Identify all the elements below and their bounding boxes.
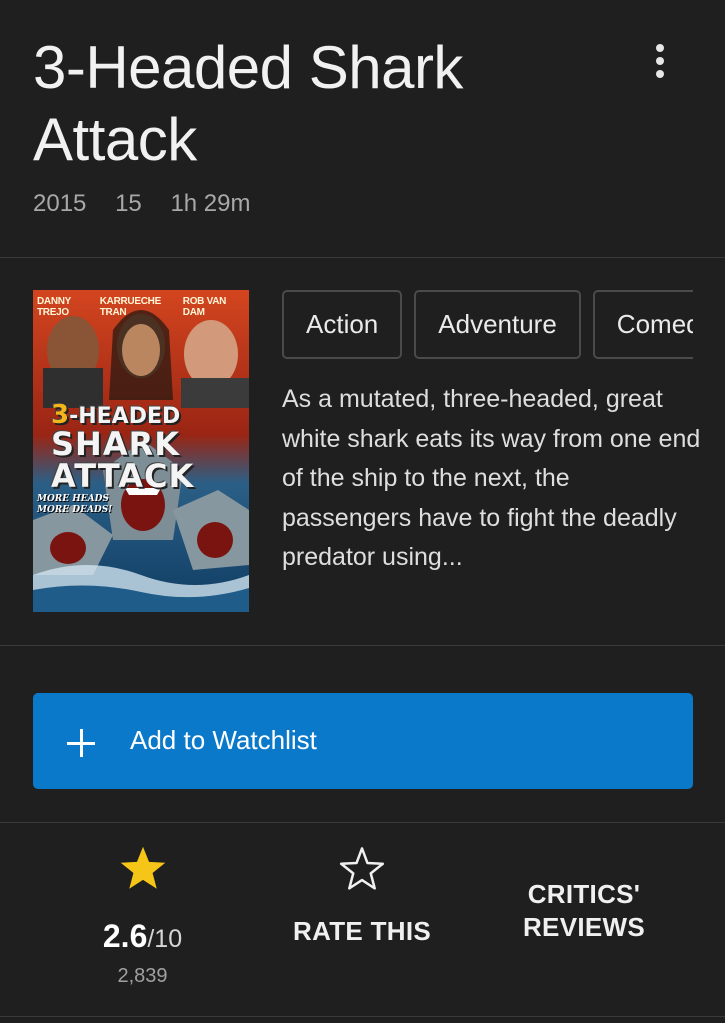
page-title: 3-Headed Shark Attack bbox=[33, 34, 463, 173]
release-year: 2015 bbox=[33, 190, 87, 217]
poster-cast-name: ROB VAN DAM bbox=[182, 296, 227, 318]
rating-out-of: /10 bbox=[147, 925, 183, 953]
rating-votes: 2,839 bbox=[117, 965, 168, 987]
critics-label-line2: REVIEWS bbox=[522, 912, 645, 942]
poster-cast-name: DANNY TREJO bbox=[37, 296, 71, 318]
title-meta: 2015 15 1h 29m bbox=[33, 190, 273, 218]
poster-tagline-line1: MORE HEADS bbox=[37, 494, 109, 504]
divider bbox=[0, 645, 725, 646]
poster-cast: DANNY TREJO KARRUECHE TRAN ROB VAN DAM bbox=[33, 296, 249, 318]
poster-title-line3: ATTACK bbox=[51, 457, 195, 495]
critics-label-line1: CRITICS' bbox=[527, 879, 641, 909]
watchlist-label: Add to Watchlist bbox=[130, 725, 317, 755]
plot-summary[interactable]: As a mutated, three-headed, great white … bbox=[282, 380, 702, 578]
rate-this-label: RATE THIS bbox=[293, 916, 431, 946]
poster-title-line2: SHARK bbox=[51, 425, 181, 463]
genre-chip-action[interactable]: Action bbox=[282, 290, 403, 359]
title-detail-screen: 3-Headed Shark Attack 2015 15 1h 29m DAN… bbox=[0, 0, 725, 1023]
certificate: 15 bbox=[115, 190, 142, 217]
runtime: 1h 29m bbox=[170, 190, 251, 217]
poster-title: 3-HEADED SHARK ATTACK bbox=[51, 402, 249, 492]
title-header: 3-Headed Shark Attack 2015 15 1h 29m bbox=[0, 0, 725, 257]
divider bbox=[0, 822, 725, 823]
more-vert-icon[interactable] bbox=[642, 38, 678, 84]
rating-score: 2.6/10 bbox=[70, 918, 215, 955]
rate-this-button[interactable]: RATE THIS bbox=[272, 845, 452, 947]
genre-chip-comedy[interactable]: Comedy bbox=[592, 290, 693, 359]
rating-value: 2.6 bbox=[102, 918, 148, 954]
movie-poster[interactable]: DANNY TREJO KARRUECHE TRAN ROB VAN DAM 3… bbox=[33, 290, 249, 612]
poster-tagline-line2: MORE DEADS! bbox=[37, 505, 113, 515]
star-filled-icon bbox=[120, 846, 165, 889]
genre-chip-adventure[interactable]: Adventure bbox=[414, 290, 581, 359]
star-outline-icon bbox=[339, 847, 385, 890]
divider bbox=[0, 257, 725, 258]
imdb-rating[interactable]: 2.6/10 2,839 bbox=[70, 845, 215, 988]
poster-cast-name: KARRUECHE TRAN bbox=[99, 296, 162, 318]
critics-reviews-label: CRITICS' REVIEWS bbox=[504, 878, 664, 944]
poster-tagline: MORE HEADS MORE DEADS! bbox=[37, 494, 127, 516]
genre-chips: ActionAdventureComedy bbox=[282, 290, 693, 360]
critics-reviews-button[interactable]: CRITICS' REVIEWS bbox=[504, 845, 664, 944]
plus-icon bbox=[67, 729, 95, 757]
divider bbox=[0, 1016, 725, 1017]
add-to-watchlist-button[interactable]: Add to Watchlist bbox=[33, 693, 693, 789]
